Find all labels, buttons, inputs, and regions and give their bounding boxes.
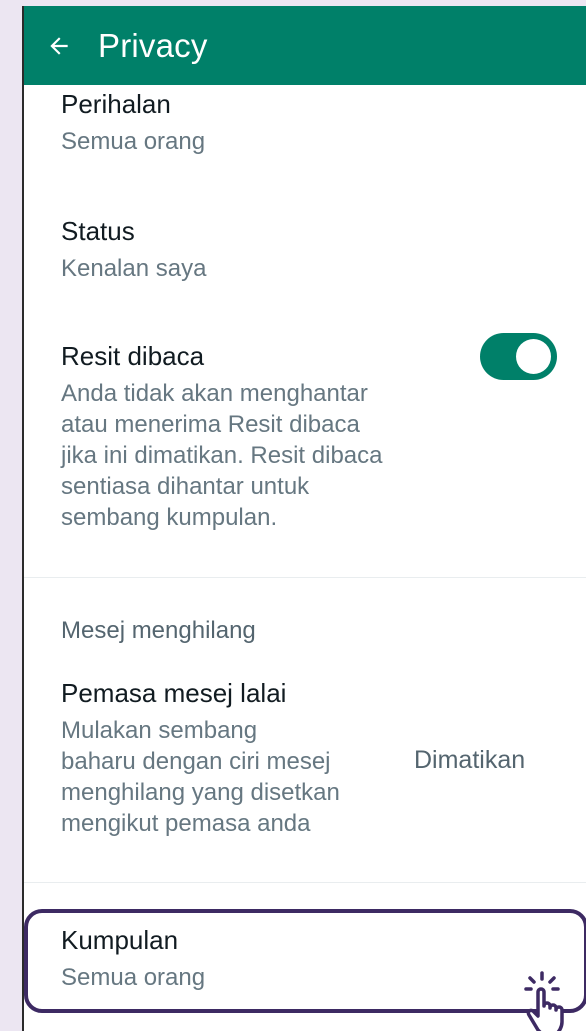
setting-read-receipts-label: Resit dibaca bbox=[61, 341, 205, 371]
description-line: baharu dengan ciri mesej bbox=[61, 748, 331, 775]
divider bbox=[24, 577, 586, 578]
description-line: mengikut pemasa anda bbox=[61, 810, 311, 837]
setting-about-value: Semua orang bbox=[61, 128, 206, 155]
setting-default-timer-label: Pemasa mesej lalai bbox=[61, 678, 287, 708]
setting-read-receipts[interactable]: Resit dibaca Anda tidak akan menghantar … bbox=[61, 340, 382, 533]
app-bar: Privacy bbox=[24, 6, 586, 85]
setting-status[interactable]: Status Kenalan saya bbox=[61, 215, 206, 284]
description-line: Mulakan sembang bbox=[61, 717, 258, 744]
setting-about-label: Perihalan bbox=[61, 89, 171, 119]
groups-highlight-outline bbox=[24, 909, 586, 1013]
read-receipts-toggle[interactable] bbox=[480, 333, 557, 380]
description-line: sembang kumpulan. bbox=[61, 504, 278, 531]
privacy-screen: Privacy Perihalan Semua orang Status Ken… bbox=[24, 6, 586, 1031]
setting-status-label: Status bbox=[61, 216, 135, 246]
setting-about[interactable]: Perihalan Semua orang bbox=[61, 88, 205, 157]
page-title: Privacy bbox=[98, 26, 208, 64]
setting-default-timer[interactable]: Pemasa mesej lalai Mulakan sembang bahar… bbox=[61, 677, 340, 839]
arrow-left-icon[interactable] bbox=[44, 31, 74, 61]
description-line: Anda tidak akan menghantar bbox=[61, 380, 368, 407]
setting-default-timer-description: Mulakan sembang baharu dengan ciri mesej… bbox=[61, 715, 340, 839]
description-line: sentiasa dihantar untuk bbox=[61, 473, 310, 500]
description-line: menghilang yang disetkan bbox=[61, 779, 340, 806]
divider bbox=[24, 882, 586, 883]
hand-pointer-click-icon bbox=[518, 970, 582, 1031]
toggle-knob bbox=[516, 339, 551, 374]
section-header-disappearing: Mesej menghilang bbox=[61, 617, 256, 644]
setting-read-receipts-description: Anda tidak akan menghantar atau menerima… bbox=[61, 378, 382, 533]
description-line: jika ini dimatikan. Resit dibaca bbox=[61, 442, 383, 469]
setting-status-value: Kenalan saya bbox=[61, 255, 207, 282]
description-line: atau menerima Resit dibaca bbox=[61, 411, 360, 438]
default-timer-value: Dimatikan bbox=[414, 746, 526, 774]
